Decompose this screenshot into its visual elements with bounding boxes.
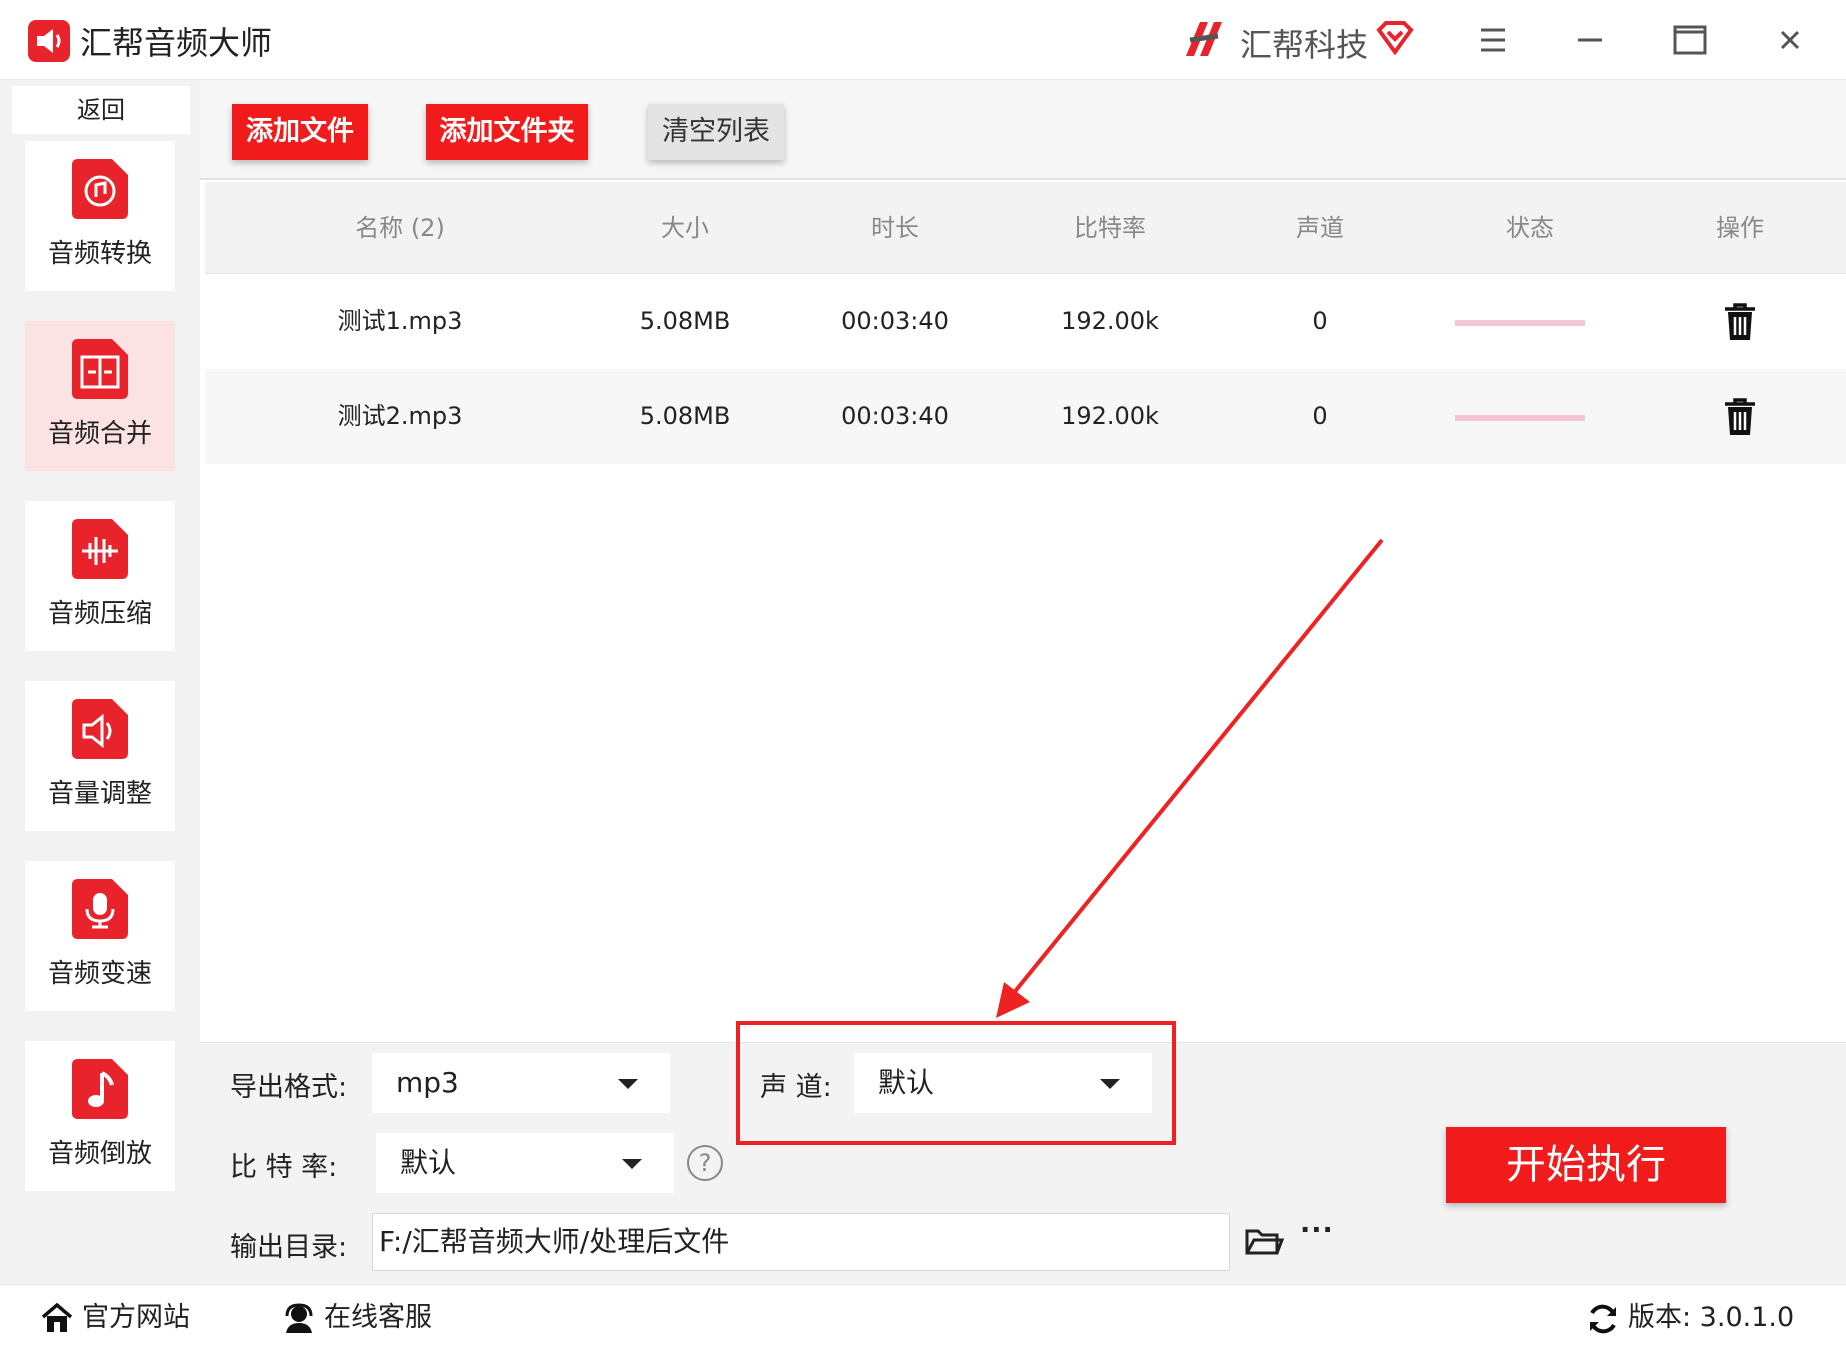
file-bitrate: 192.00k <box>1061 402 1159 430</box>
audio-convert-icon <box>72 159 128 219</box>
format-select[interactable]: mp3 <box>372 1053 670 1113</box>
sidebar-item-volume[interactable]: 音量调整 <box>25 681 175 831</box>
column-header-status: 状态 <box>1506 214 1554 242</box>
sidebar-item-audio-convert[interactable]: 音频转换 <box>25 141 175 291</box>
add-file-button[interactable]: 添加文件 <box>232 104 368 160</box>
music-note-icon <box>72 1059 128 1119</box>
title-bar: 汇帮音频大师 汇帮科技 <box>0 0 1846 80</box>
sidebar: 返回 音频转换 音频合并 音频压缩 音量调整 音频变速 音频倒放 <box>0 80 200 1284</box>
microphone-icon <box>72 879 128 939</box>
format-label: 导出格式: <box>230 1072 348 1103</box>
toolbar: 添加文件 添加文件夹 清空列表 <box>200 80 1846 180</box>
column-header-size: 大小 <box>661 214 709 242</box>
file-name: 测试1.mp3 <box>337 307 463 335</box>
chevron-down-icon <box>618 1079 638 1089</box>
sidebar-item-audio-merge[interactable]: 音频合并 <box>25 321 175 471</box>
version-label: 版本: 3.0.1.0 <box>1628 1302 1795 1333</box>
home-icon[interactable] <box>40 1302 74 1338</box>
table-row[interactable]: 测试1.mp3 5.08MB 00:03:40 192.00k 0 <box>205 274 1846 369</box>
sidebar-item-label: 音频变速 <box>47 959 152 989</box>
sidebar-item-label: 音频倒放 <box>47 1139 152 1169</box>
table-header: 名称 (2) 大小 时长 比特率 声道 状态 操作 <box>205 182 1846 274</box>
table-row[interactable]: 测试2.mp3 5.08MB 00:03:40 192.00k 0 <box>205 369 1846 464</box>
sidebar-item-label: 音频转换 <box>47 239 152 269</box>
file-duration: 00:03:40 <box>841 307 949 335</box>
audio-compress-icon <box>72 519 128 579</box>
chevron-down-icon <box>622 1159 642 1169</box>
sidebar-item-label: 音频合并 <box>47 419 152 449</box>
output-path-field[interactable]: F:/汇帮音频大师/处理后文件 <box>372 1213 1230 1271</box>
online-support-link[interactable]: 在线客服 <box>324 1285 432 1351</box>
add-folder-button[interactable]: 添加文件夹 <box>426 104 588 160</box>
app-logo-speaker-icon <box>28 20 70 62</box>
column-header-duration: 时长 <box>871 214 919 242</box>
close-icon[interactable] <box>1765 20 1815 60</box>
sidebar-item-audio-reverse[interactable]: 音频倒放 <box>25 1041 175 1191</box>
back-button[interactable]: 返回 <box>12 86 190 134</box>
customer-service-icon[interactable] <box>282 1302 316 1338</box>
sidebar-item-label: 音量调整 <box>47 779 152 809</box>
annotation-highlight-box <box>736 1021 1176 1145</box>
column-header-channel: 声道 <box>1296 214 1344 242</box>
official-website-link[interactable]: 官方网站 <box>82 1285 190 1351</box>
format-select-value: mp3 <box>396 1066 459 1099</box>
file-duration: 00:03:40 <box>841 402 949 430</box>
file-channel: 0 <box>1312 307 1328 335</box>
folder-open-icon[interactable] <box>1244 1223 1285 1263</box>
minimize-icon[interactable] <box>1565 20 1615 60</box>
file-name: 测试2.mp3 <box>337 402 463 430</box>
status-progress-bar <box>1455 320 1585 326</box>
file-size: 5.08MB <box>639 402 731 430</box>
sidebar-item-audio-compress[interactable]: 音频压缩 <box>25 501 175 651</box>
brand-name: 汇帮科技 <box>1240 26 1369 64</box>
file-size: 5.08MB <box>639 307 731 335</box>
audio-merge-icon <box>72 339 128 399</box>
trash-icon[interactable] <box>1723 397 1757 441</box>
sidebar-item-label: 音频压缩 <box>47 599 152 629</box>
start-button[interactable]: 开始执行 <box>1446 1127 1726 1203</box>
file-bitrate: 192.00k <box>1061 307 1159 335</box>
more-options-button[interactable]: ··· <box>1300 1215 1334 1246</box>
menu-icon[interactable] <box>1468 20 1518 60</box>
bitrate-select-value: 默认 <box>400 1146 457 1179</box>
vip-diamond-icon[interactable] <box>1376 20 1414 60</box>
brand-logo-icon <box>1178 16 1228 70</box>
file-channel: 0 <box>1312 402 1328 430</box>
column-header-bitrate: 比特率 <box>1074 214 1146 242</box>
bitrate-select[interactable]: 默认 <box>376 1133 674 1193</box>
output-settings-panel: 导出格式: mp3 声 道: 默认 比 特 率: 默认 ? 输出目录: F:/汇… <box>200 1021 1846 1284</box>
output-dir-label: 输出目录: <box>230 1232 348 1263</box>
volume-icon <box>72 699 128 759</box>
sidebar-item-audio-speed[interactable]: 音频变速 <box>25 861 175 1011</box>
column-header-name: 名称 (2) <box>355 214 445 242</box>
help-icon[interactable]: ? <box>687 1145 723 1181</box>
footer: 官方网站 在线客服 版本: 3.0.1.0 <box>0 1284 1846 1350</box>
column-header-action: 操作 <box>1716 214 1764 242</box>
trash-icon[interactable] <box>1723 302 1757 346</box>
refresh-icon[interactable] <box>1586 1302 1620 1340</box>
maximize-icon[interactable] <box>1665 20 1715 60</box>
bitrate-label: 比 特 率: <box>230 1152 338 1183</box>
file-table: 名称 (2) 大小 时长 比特率 声道 状态 操作 测试1.mp3 5.08MB… <box>205 182 1846 1042</box>
clear-list-button[interactable]: 清空列表 <box>648 104 784 160</box>
status-progress-bar <box>1455 415 1585 421</box>
app-title: 汇帮音频大师 <box>80 24 273 62</box>
